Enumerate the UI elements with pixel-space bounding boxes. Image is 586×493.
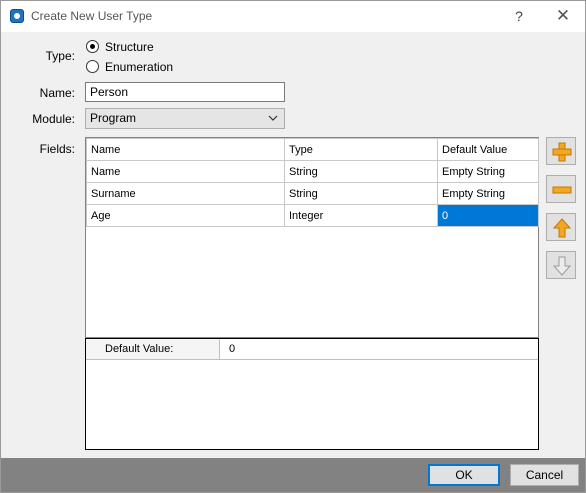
add-field-button[interactable] — [546, 137, 576, 165]
module-select[interactable]: Program — [85, 108, 285, 129]
radio-structure-label[interactable]: Structure — [105, 40, 154, 54]
ok-button[interactable]: OK — [428, 464, 500, 486]
property-panel: Default Value: 0 — [85, 338, 539, 450]
name-input[interactable]: Person — [85, 82, 285, 102]
app-icon — [10, 9, 24, 23]
fields-label: Fields: — [39, 142, 75, 156]
module-select-value: Program — [90, 111, 137, 125]
cell-default-value[interactable]: Empty String — [437, 182, 539, 205]
arrow-up-icon — [552, 218, 572, 238]
window-title: Create New User Type — [31, 9, 153, 23]
fields-grid[interactable]: Name Type Default Value Name String Empt… — [85, 137, 539, 338]
property-name: Default Value: — [86, 339, 220, 359]
fields-header-row: Name Type Default Value — [86, 138, 539, 161]
radio-enumeration-label[interactable]: Enumeration — [105, 60, 173, 74]
cancel-button[interactable]: Cancel — [510, 464, 579, 486]
remove-field-button[interactable] — [546, 175, 576, 203]
column-header-default-value[interactable]: Default Value — [437, 138, 539, 161]
cell-name[interactable]: Surname — [86, 182, 285, 205]
property-row[interactable]: Default Value: 0 — [86, 339, 538, 360]
type-label: Type: — [45, 49, 75, 63]
cell-default-value-selected[interactable]: 0 — [437, 204, 539, 227]
create-user-type-dialog: Create New User Type ? ✕ Type: Structure… — [0, 0, 586, 493]
arrow-down-icon — [552, 256, 572, 276]
table-row[interactable]: Age Integer 0 — [86, 204, 539, 227]
table-row[interactable]: Name String Empty String — [86, 160, 539, 183]
move-down-button[interactable] — [546, 251, 576, 279]
cell-type[interactable]: Integer — [284, 204, 438, 227]
close-button[interactable]: ✕ — [549, 4, 577, 28]
module-label: Module: — [32, 112, 75, 126]
cell-type[interactable]: String — [284, 182, 438, 205]
name-label: Name: — [39, 86, 75, 100]
radio-structure[interactable] — [86, 40, 99, 53]
help-button[interactable]: ? — [507, 4, 531, 28]
cell-default-value[interactable]: Empty String — [437, 160, 539, 183]
table-row[interactable]: Surname String Empty String — [86, 182, 539, 205]
cell-name[interactable]: Name — [86, 160, 285, 183]
minus-icon — [552, 186, 572, 194]
column-header-type[interactable]: Type — [284, 138, 438, 161]
plus-icon — [552, 142, 572, 162]
move-up-button[interactable] — [546, 213, 576, 241]
column-header-name[interactable]: Name — [86, 138, 285, 161]
title-bar[interactable]: Create New User Type ? ✕ — [1, 1, 585, 32]
radio-enumeration[interactable] — [86, 60, 99, 73]
property-value[interactable]: 0 — [229, 339, 235, 359]
cell-type[interactable]: String — [284, 160, 438, 183]
chevron-down-icon — [268, 111, 278, 129]
cell-name[interactable]: Age — [86, 204, 285, 227]
